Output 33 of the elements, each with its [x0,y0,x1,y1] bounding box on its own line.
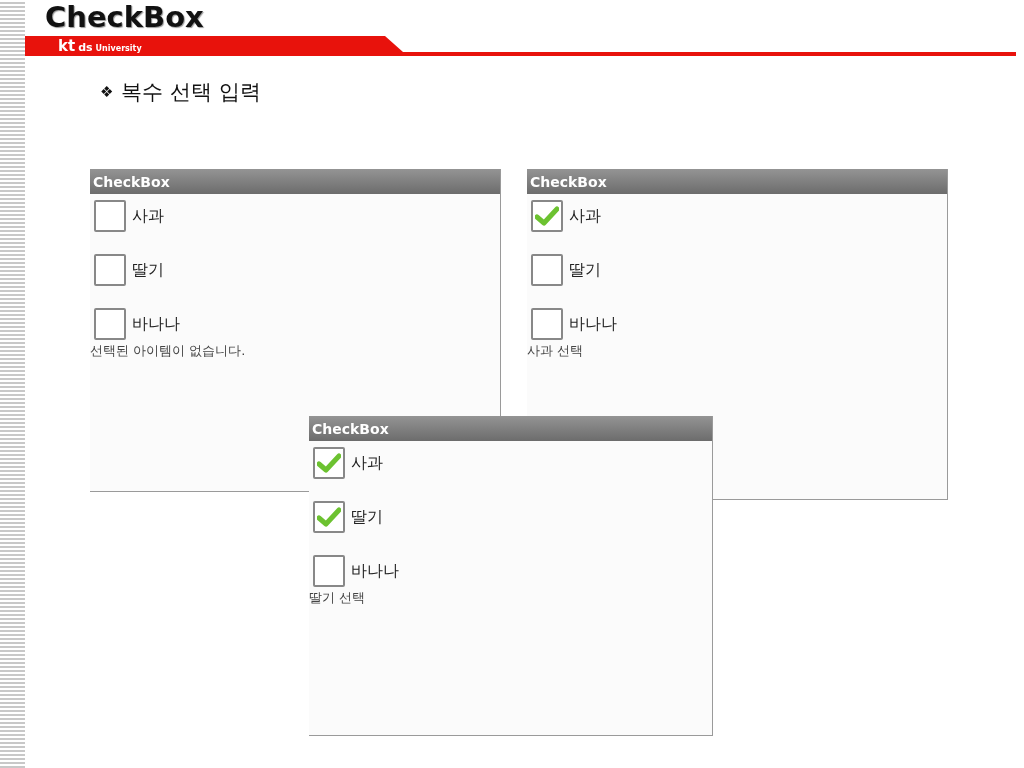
status-text: 선택된 아이템이 없습니다. [90,343,246,358]
window-title: CheckBox [90,169,500,194]
checkbox[interactable] [531,254,563,286]
check-icon [317,507,341,527]
window-title: CheckBox [527,169,947,194]
checkbox-label: 딸기 [132,259,164,281]
check-icon [535,206,559,226]
checkbox-label: 사과 [132,205,164,227]
checkbox-label: 딸기 [569,259,601,281]
checkbox-label: 바나나 [132,313,180,335]
check-icon [317,453,341,473]
window-title: CheckBox [309,416,712,441]
bullet-icon: ❖ [100,83,114,101]
checkbox[interactable] [531,200,563,232]
checkbox[interactable] [313,447,345,479]
logo-text: ds [78,41,93,54]
checkbox-label: 딸기 [351,506,383,528]
checkbox-label: 바나나 [569,313,617,335]
status-text: 사과 선택 [527,343,584,358]
logo-text: University [95,44,142,53]
checkbox-label: 사과 [351,452,383,474]
checkbox[interactable] [313,501,345,533]
slide-title: CheckBox [45,0,204,34]
slide-heading: 복수 선택 입력 [121,79,261,106]
checkbox-label: 사과 [569,205,601,227]
status-text: 딸기 선택 [309,590,366,605]
checkbox[interactable] [94,254,126,286]
checkbox-label: 바나나 [351,560,399,582]
checkbox[interactable] [313,555,345,587]
checkbox[interactable] [94,200,126,232]
checkbox[interactable] [94,308,126,340]
logo-text: kt [58,37,76,55]
checkbox[interactable] [531,308,563,340]
